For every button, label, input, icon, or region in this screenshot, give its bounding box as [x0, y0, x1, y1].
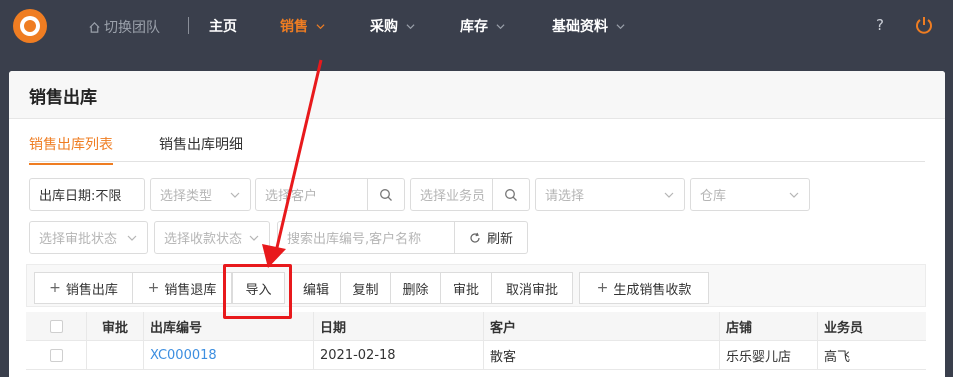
customer-search-button[interactable] [367, 178, 405, 211]
nav-item-home[interactable]: 主页 [209, 16, 237, 36]
chevron-down-icon [230, 192, 240, 198]
select-all-cell[interactable] [26, 312, 86, 341]
chevron-down-icon [406, 23, 415, 29]
row-select-cell[interactable] [26, 341, 86, 370]
column-header[interactable]: 店铺 [719, 312, 817, 341]
chevron-down-icon [496, 23, 505, 29]
customer-cell: 散客 [483, 341, 719, 370]
generate-receipt-label: 生成销售收款 [613, 282, 692, 298]
sales-out-table: 审批 出库编号 日期 客户 店铺 业务员 XC000018 2021-02-18… [26, 312, 926, 370]
help-icon[interactable]: ? [876, 16, 884, 34]
table-header-row: 审批 出库编号 日期 客户 店铺 业务员 [26, 312, 926, 341]
annotation-highlight-box [223, 264, 292, 319]
cancel-approve-button[interactable]: 取消审批 [491, 272, 573, 304]
delete-button[interactable]: 删除 [390, 272, 441, 304]
search-icon [505, 188, 517, 201]
chevron-down-icon [127, 235, 137, 241]
nav-item-purchase[interactable]: 采购 [370, 16, 415, 36]
nav-item-label: 库存 [460, 19, 488, 35]
generic-select[interactable]: 请选择 [535, 178, 685, 211]
chevron-down-icon [789, 192, 799, 198]
salesperson-input[interactable]: 选择业务员 [410, 178, 493, 211]
refresh-icon [470, 232, 480, 243]
refresh-label: 刷新 [486, 232, 513, 247]
app-logo[interactable] [13, 9, 47, 43]
plus-icon: + [147, 280, 160, 296]
nav-item-label: 基础资料 [552, 19, 608, 35]
select-all-checkbox[interactable] [49, 320, 63, 333]
tab-sales-out-list[interactable]: 销售出库列表 [29, 134, 113, 165]
sales-return-button[interactable]: + 销售退库 [132, 272, 232, 304]
tab-sales-out-detail[interactable]: 销售出库明细 [159, 134, 243, 163]
nav-item-inventory[interactable]: 库存 [460, 16, 505, 36]
sales-return-label: 销售退库 [164, 282, 217, 298]
plus-icon: + [596, 280, 609, 296]
top-nav-bar: 切换团队 主页 销售 采购 库存 基础资料 ? [0, 0, 953, 52]
date-filter[interactable]: 出库日期:不限 [29, 178, 145, 211]
home-icon [89, 21, 100, 33]
chevron-down-icon [249, 235, 259, 241]
action-toolbar: + 销售出库 + 销售退库 导入 编辑 复制 删除 审批 取消审批 + 生成销售… [26, 264, 926, 307]
tab-bar: 销售出库列表 销售出库明细 [29, 131, 925, 165]
customer-input[interactable]: 选择客户 [255, 178, 368, 211]
copy-label: 复制 [352, 282, 379, 298]
shop-cell: 乐乐婴儿店 [719, 341, 817, 370]
chevron-down-icon [664, 192, 674, 198]
type-select[interactable]: 选择类型 [150, 178, 251, 211]
column-header[interactable]: 日期 [313, 312, 483, 341]
delete-label: 删除 [402, 282, 429, 298]
copy-button[interactable]: 复制 [340, 272, 391, 304]
search-input[interactable]: 搜索出库编号,客户名称 [277, 221, 455, 254]
switch-team-button[interactable]: 切换团队 [88, 17, 160, 37]
order-code-link[interactable]: XC000018 [143, 341, 313, 370]
switch-team-label: 切换团队 [104, 20, 160, 36]
customer-input-placeholder: 选择客户 [265, 189, 318, 204]
sales-out-button[interactable]: + 销售出库 [34, 272, 133, 304]
nav-item-basic-data[interactable]: 基础资料 [552, 16, 625, 36]
nav-item-label: 主页 [209, 19, 237, 35]
edit-button[interactable]: 编辑 [291, 272, 341, 304]
chevron-down-icon [316, 23, 325, 29]
refresh-button[interactable]: 刷新 [454, 221, 528, 254]
search-input-placeholder: 搜索出库编号,客户名称 [287, 232, 422, 247]
column-header[interactable]: 客户 [483, 312, 719, 341]
column-header[interactable]: 审批 [86, 312, 143, 341]
page-title: 销售出库 [9, 71, 945, 119]
nav-item-label: 采购 [370, 19, 398, 35]
approval-status-select[interactable]: 选择审批状态 [29, 221, 148, 254]
warehouse-select[interactable]: 仓库 [690, 178, 810, 211]
salesperson-cell: 高飞 [817, 341, 926, 370]
generic-select-placeholder: 请选择 [545, 189, 585, 204]
salesperson-input-placeholder: 选择业务员 [420, 189, 486, 204]
approve-button[interactable]: 审批 [440, 272, 492, 304]
type-select-placeholder: 选择类型 [160, 189, 213, 204]
payment-status-select[interactable]: 选择收款状态 [154, 221, 270, 254]
row-checkbox[interactable] [49, 349, 63, 362]
warehouse-select-placeholder: 仓库 [700, 189, 727, 204]
approval-cell [86, 341, 143, 370]
generate-receipt-button[interactable]: + 生成销售收款 [579, 272, 709, 304]
table-row[interactable]: XC000018 2021-02-18 散客 乐乐婴儿店 高飞 [26, 341, 926, 370]
nav-item-sales[interactable]: 销售 [280, 16, 325, 36]
edit-label: 编辑 [302, 282, 329, 298]
payment-status-placeholder: 选择收款状态 [164, 232, 243, 247]
nav-divider [188, 17, 189, 34]
column-header[interactable]: 业务员 [817, 312, 926, 341]
cancel-approve-label: 取消审批 [505, 282, 558, 298]
power-icon[interactable] [914, 15, 934, 35]
salesperson-search-button[interactable] [492, 178, 530, 211]
plus-icon: + [49, 280, 61, 296]
date-filter-label: 出库日期:不限 [39, 189, 122, 204]
main-panel: 销售出库 销售出库列表 销售出库明细 出库日期:不限 选择类型 选择客户 选择业… [9, 71, 945, 377]
approve-label: 审批 [452, 282, 479, 298]
date-cell: 2021-02-18 [313, 341, 483, 370]
approval-status-placeholder: 选择审批状态 [39, 232, 118, 247]
search-icon [380, 188, 392, 201]
sales-out-label: 销售出库 [65, 282, 118, 298]
nav-item-label: 销售 [280, 19, 308, 35]
chevron-down-icon [616, 23, 625, 29]
